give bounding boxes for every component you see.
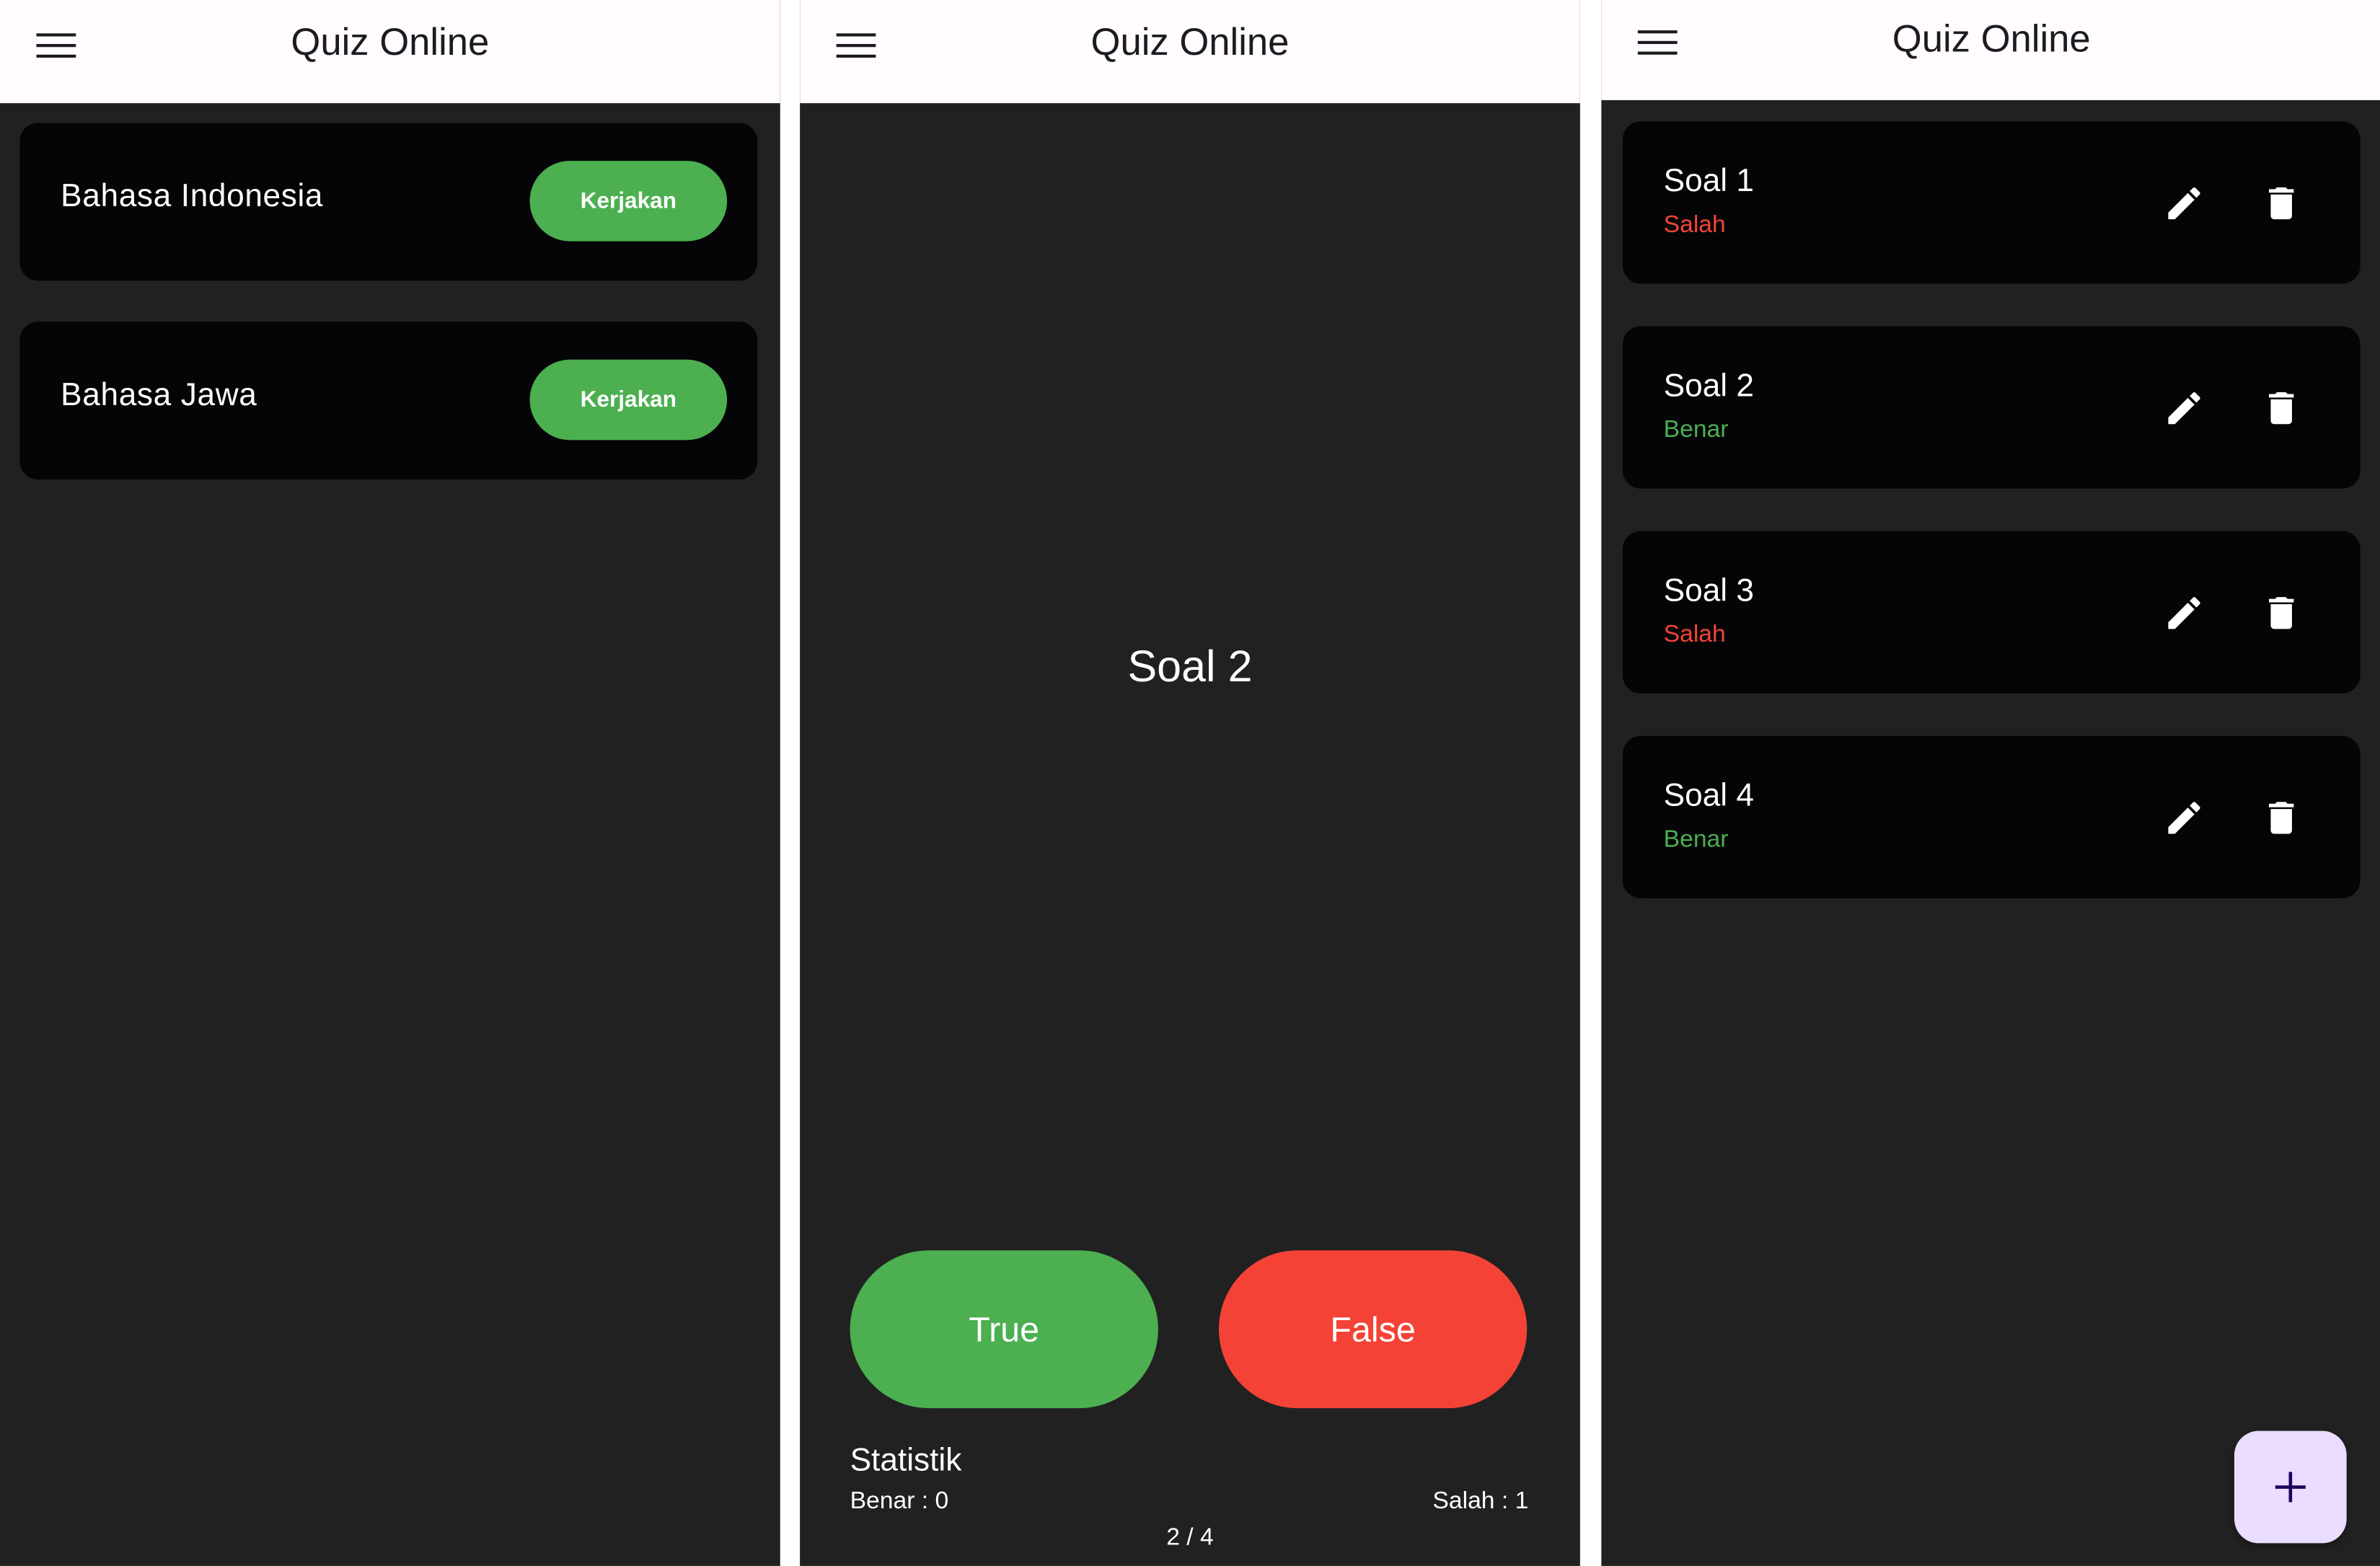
kerjakan-button[interactable]: Kerjakan [529,359,728,441]
app-title: Quiz Online [1892,18,2091,61]
question-management-screen: Quiz Online Soal 1 Salah Soal 2 Benar So… [1601,0,2380,1566]
question-status: Benar [1663,417,1729,443]
question-status: Salah [1663,621,1726,648]
delete-icon[interactable] [2260,797,2303,839]
quiz-label: Bahasa Indonesia [61,179,324,214]
app-bar: Quiz Online [0,0,780,104]
app-bar: Quiz Online [800,0,1580,104]
question-screen: Quiz Online Soal 2 True False Statistik … [800,0,1580,1566]
statistics-title: Statistik [850,1443,962,1478]
correct-count: Benar : 0 [850,1488,949,1515]
question-status: Salah [1663,212,1726,239]
question-text: Soal 2 [1127,643,1253,692]
quiz-card: Bahasa Indonesia Kerjakan [19,123,758,281]
delete-icon[interactable] [2260,182,2303,225]
question-card[interactable]: Soal 4 Benar [1622,735,2361,898]
add-question-button[interactable] [2234,1430,2347,1544]
quiz-label: Bahasa Jawa [61,378,257,413]
app-title: Quiz Online [1090,21,1290,64]
delete-icon[interactable] [2260,592,2303,634]
quiz-list-screen: Quiz Online Bahasa Indonesia Kerjakan Ba… [0,0,780,1566]
app-bar: Quiz Online [1601,0,2380,100]
question-title: Soal 3 [1663,573,1754,609]
edit-icon[interactable] [2163,592,2205,634]
kerjakan-button[interactable]: Kerjakan [529,161,728,242]
false-button[interactable]: False [1218,1250,1528,1409]
quiz-card: Bahasa Jawa Kerjakan [19,322,758,480]
question-title: Soal 1 [1663,164,1754,199]
question-card[interactable]: Soal 1 Salah [1622,121,2361,284]
question-title: Soal 4 [1663,778,1754,814]
delete-icon[interactable] [2260,387,2303,430]
app-title: Quiz Online [291,21,490,64]
wrong-count: Salah : 1 [1432,1488,1529,1515]
true-button[interactable]: True [850,1250,1158,1409]
edit-icon[interactable] [2163,797,2205,839]
edit-icon[interactable] [2163,182,2205,225]
question-card[interactable]: Soal 2 Benar [1622,326,2361,489]
question-title: Soal 2 [1663,368,1754,404]
app-screenshot: Quiz Online Bahasa Indonesia Kerjakan Ba… [0,0,2380,1566]
edit-icon[interactable] [2163,387,2205,430]
question-card[interactable]: Soal 3 Salah [1622,531,2361,694]
question-status: Benar [1663,827,1729,853]
question-progress: 2 / 4 [1166,1525,1214,1551]
add-icon [2275,1472,2306,1503]
